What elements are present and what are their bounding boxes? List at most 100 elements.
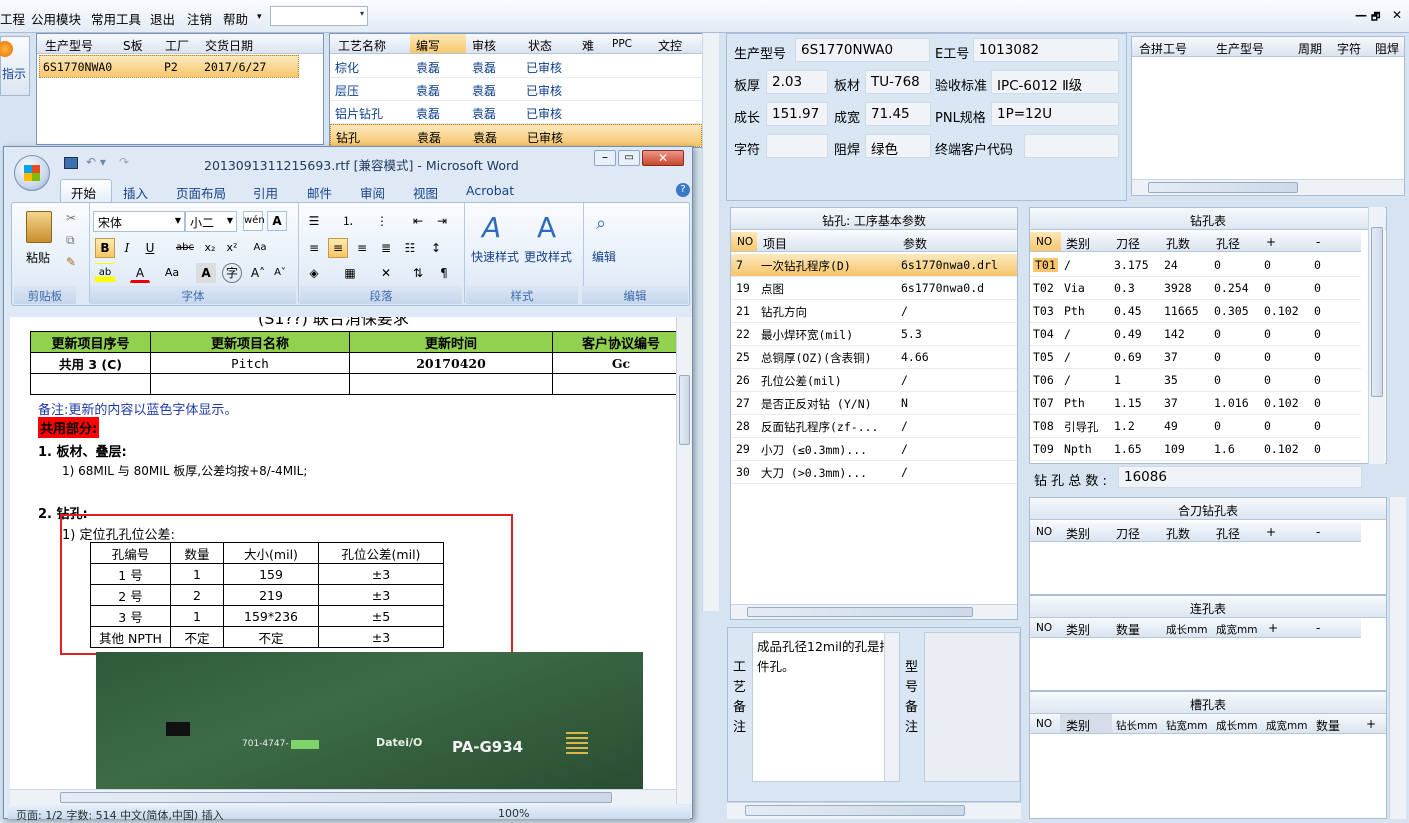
table-row-selected[interactable]: 钻孔 袁磊 袁磊 已审核 — [330, 124, 702, 147]
char-field[interactable] — [766, 134, 828, 158]
italic-icon[interactable]: I — [117, 238, 137, 258]
table-row[interactable]: T04 / 0.49 142 0 0 0 — [1030, 323, 1361, 346]
col-s-board[interactable]: S板 — [123, 37, 143, 54]
tab-view[interactable]: 视图 — [413, 183, 438, 202]
bottom-hscroll[interactable] — [727, 802, 1021, 819]
remark-vscroll[interactable] — [884, 633, 899, 781]
left-pane-scrollbar[interactable] — [702, 33, 719, 611]
col-writer[interactable]: 编写 — [416, 37, 440, 54]
word-hscroll[interactable] — [10, 789, 676, 805]
col-model[interactable]: 生产型号 — [45, 37, 93, 54]
length-field[interactable]: 151.97 — [766, 102, 828, 126]
col-status[interactable]: 状态 — [528, 37, 552, 54]
table-row[interactable]: 棕化 袁磊 袁磊 已审核 — [330, 55, 702, 78]
scroll-thumb[interactable] — [745, 805, 965, 816]
quick-style-icon[interactable]: A — [482, 211, 501, 244]
scroll-thumb[interactable] — [747, 607, 973, 617]
width-field[interactable]: 71.45 — [865, 102, 931, 126]
col-minus[interactable]: - — [1316, 525, 1320, 539]
col-width[interactable]: 成宽mm — [1216, 622, 1257, 637]
copy-icon[interactable]: ⧉ — [66, 233, 75, 248]
change-style-icon[interactable]: A — [537, 211, 556, 244]
clear-format-icon[interactable]: Aa — [250, 238, 270, 258]
col-ppc[interactable]: PPC — [612, 38, 632, 50]
table-row[interactable]: 19 点图 6s1770nwa0.d — [731, 277, 1017, 300]
col-merge-eno[interactable]: 合拼工号 — [1139, 40, 1187, 57]
align-right-icon[interactable]: ≡ — [352, 238, 372, 258]
tab-insert[interactable]: 插入 — [123, 183, 148, 202]
model-remark-textarea[interactable] — [924, 632, 1020, 782]
help-icon[interactable]: ? — [676, 183, 690, 197]
quick-style-label[interactable]: 快速样式 — [471, 248, 519, 265]
word-vscroll[interactable] — [676, 317, 692, 804]
col-no[interactable]: NO — [1036, 526, 1052, 538]
material-field[interactable]: TU-768 — [865, 70, 931, 94]
table-row[interactable]: T05 / 0.69 37 0 0 0 — [1030, 346, 1361, 369]
col-drill-length[interactable]: 钻长mm — [1116, 718, 1157, 733]
col-minus[interactable]: - — [1316, 621, 1320, 635]
align-left-icon[interactable]: ≡ — [304, 238, 324, 258]
align-center-icon[interactable]: ≡ — [328, 238, 348, 258]
underline-icon[interactable]: U — [140, 238, 160, 258]
enclose-char-icon[interactable]: 字 — [222, 263, 242, 283]
eno-field[interactable]: 1013082 — [973, 38, 1119, 62]
thickness-field[interactable]: 2.03 — [766, 70, 828, 94]
table-row[interactable]: 铝片钻孔 袁磊 袁磊 已审核 — [330, 101, 702, 124]
col-tool[interactable]: 刀径 — [1116, 525, 1140, 542]
col-count[interactable]: 孔数 — [1166, 235, 1190, 252]
col-qty[interactable]: 数量 — [1316, 717, 1340, 734]
table-row[interactable]: 25 总铜厚(OZ)(含表铜) 4.66 — [731, 346, 1017, 369]
table-row[interactable]: 6S1770NWA0 P2 2017/6/27 — [39, 55, 299, 78]
col-width[interactable]: 成宽mm — [1266, 718, 1307, 733]
paste-label[interactable]: 粘贴 — [26, 249, 50, 266]
increase-indent-icon[interactable]: ⇥ — [432, 211, 452, 231]
tab-home[interactable]: 开始 — [71, 183, 96, 202]
model-field[interactable]: 6S1770NWA0 — [795, 38, 930, 62]
menu-project[interactable]: 工程 — [0, 9, 25, 28]
table-row[interactable]: T07 Pth 1.15 37 1.016 0.102 0 — [1030, 392, 1361, 415]
col-doc-control[interactable]: 文控 — [658, 37, 682, 54]
col-qty[interactable]: 数量 — [1116, 621, 1140, 638]
col-process[interactable]: 工艺名称 — [338, 37, 386, 54]
close-icon[interactable]: ✕ — [1392, 8, 1402, 22]
table-row[interactable]: T08 引导孔 1.2 49 0 0 0 — [1030, 415, 1361, 438]
strikethrough-icon[interactable]: abc — [175, 238, 195, 258]
col-length[interactable]: 成长mm — [1166, 622, 1207, 637]
table-row[interactable]: T03 Pth 0.45 11665 0.305 0.102 0 — [1030, 300, 1361, 323]
col-count[interactable]: 孔数 — [1166, 525, 1190, 542]
font-color-icon[interactable]: A — [130, 263, 150, 283]
drill-vscroll[interactable] — [1368, 207, 1385, 464]
col-difficulty[interactable]: 难 — [582, 37, 594, 54]
table-row[interactable]: T02 Via 0.3 3928 0.254 0 0 — [1030, 277, 1361, 300]
col-no[interactable]: NO — [1036, 236, 1052, 248]
col-no[interactable]: NO — [1036, 718, 1052, 730]
char-shading-icon[interactable]: A — [196, 263, 216, 283]
toolbar-combo[interactable]: ▾ — [270, 6, 368, 26]
soldermask-field[interactable]: 绿色 — [865, 134, 931, 158]
col-no[interactable]: NO — [1036, 622, 1052, 634]
bold-icon[interactable]: B — [95, 238, 115, 258]
tab-mailings[interactable]: 邮件 — [307, 183, 332, 202]
numbering-icon[interactable]: ⒈ — [338, 211, 358, 231]
table-row[interactable]: 27 是否正反对钻 (Y/N) N — [731, 392, 1017, 415]
sort-icon[interactable]: ⇅ — [408, 263, 428, 283]
col-no[interactable]: NO — [737, 236, 753, 248]
table-row[interactable]: T01 / 3.175 24 0 0 0 — [1030, 254, 1361, 277]
table-row[interactable]: 层压 袁磊 袁磊 已审核 — [330, 78, 702, 101]
col-minus[interactable]: - — [1316, 235, 1320, 249]
col-reviewer[interactable]: 审核 — [472, 37, 496, 54]
merge-grid-hscroll[interactable] — [1132, 179, 1404, 195]
format-painter-icon[interactable]: ✎ — [66, 255, 76, 269]
justify-icon[interactable]: ≣ — [376, 238, 396, 258]
word-minimize-icon[interactable]: – — [594, 150, 616, 166]
process-remark-textarea[interactable]: 成品孔径12mil的孔是插件孔。 — [752, 632, 900, 782]
multilevel-icon[interactable]: ⋮ — [372, 211, 392, 231]
col-char[interactable]: 字符 — [1337, 40, 1361, 57]
col-merge-model[interactable]: 生产型号 — [1216, 40, 1264, 57]
col-plus[interactable]: + — [1268, 621, 1278, 635]
col-cycle[interactable]: 周期 — [1298, 40, 1322, 57]
scroll-thumb[interactable] — [1148, 182, 1298, 193]
col-hole[interactable]: 孔径 — [1216, 525, 1240, 542]
word-document[interactable]: (S1??) 联合消保要求 更新项目序号 更新项目名称 更新时间 客户协议编号 … — [10, 317, 676, 789]
zoom-level[interactable]: 100% — [498, 807, 529, 820]
